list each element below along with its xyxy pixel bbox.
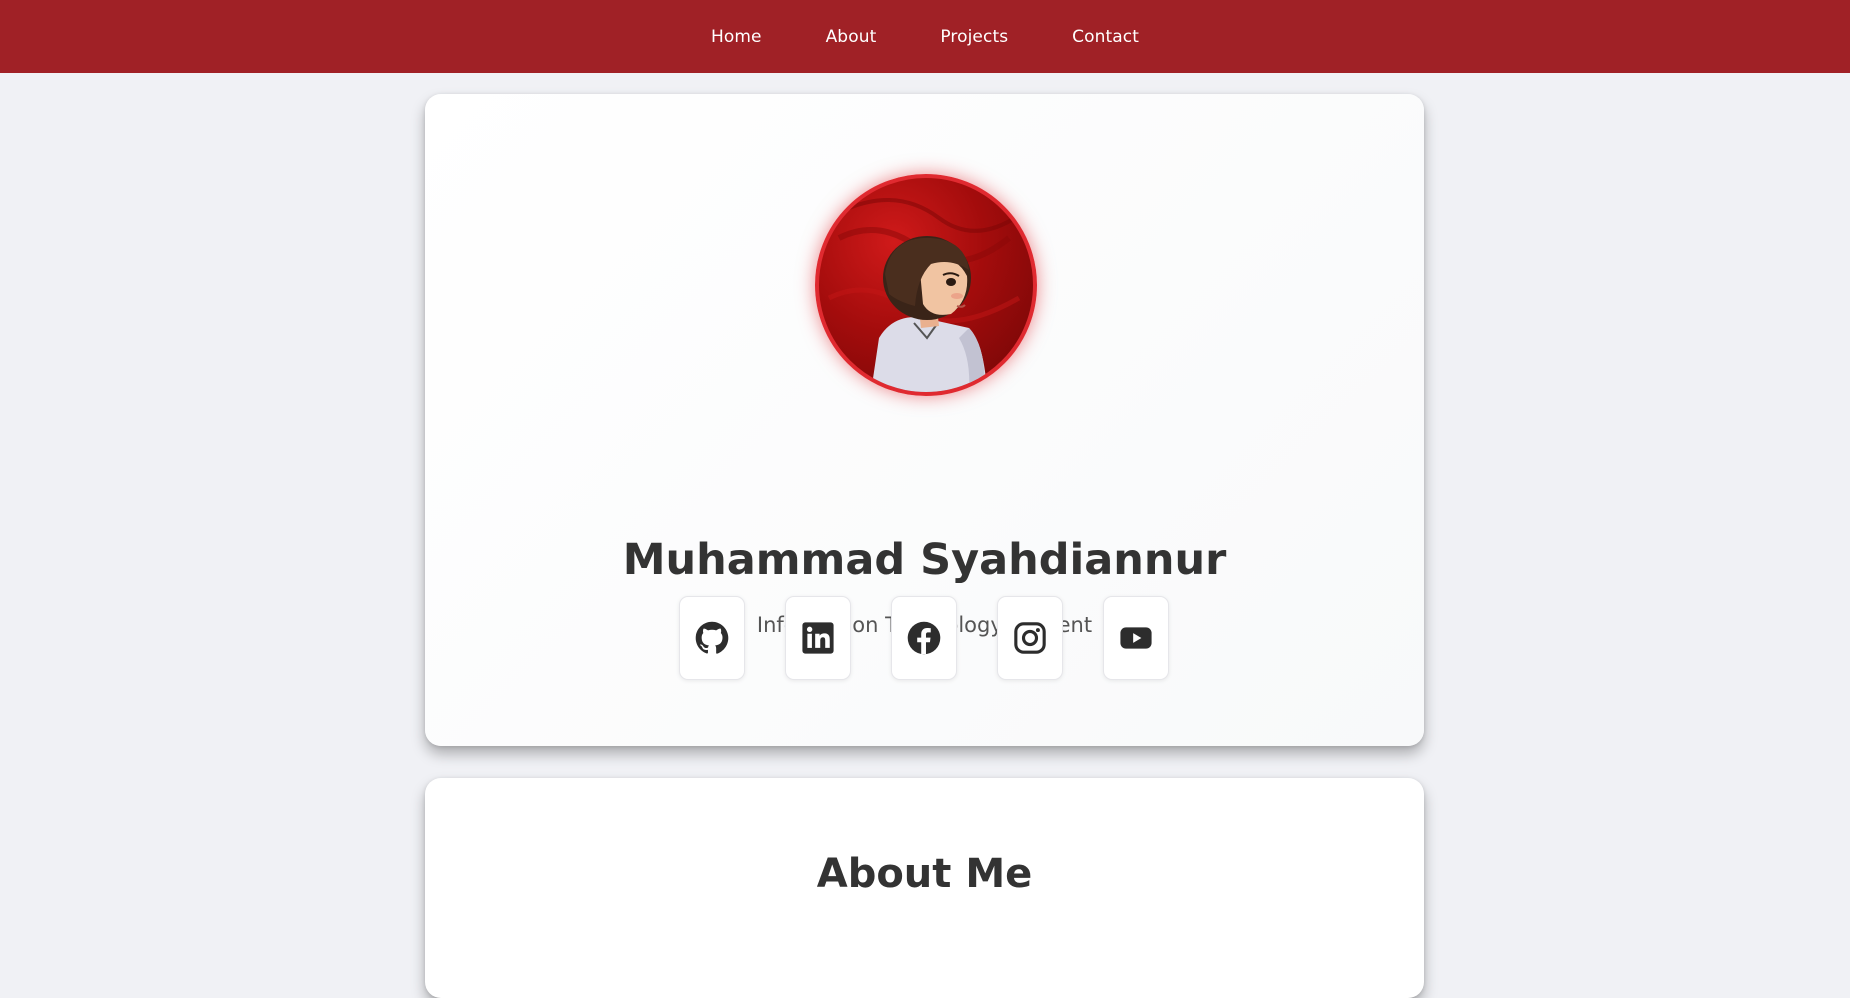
about-title: About Me	[816, 851, 1033, 897]
top-navbar: Home About Projects Contact	[0, 0, 1850, 73]
nav-link-home[interactable]: Home	[711, 27, 762, 47]
avatar	[815, 174, 1037, 396]
about-card: About Me	[425, 778, 1424, 998]
nav-link-about[interactable]: About	[826, 27, 877, 47]
github-icon	[695, 621, 729, 654]
nav-link-contact[interactable]: Contact	[1072, 27, 1139, 47]
facebook-link-button[interactable]	[891, 596, 957, 680]
profile-card: Muhammad Syahdiannur Information Technol…	[425, 94, 1424, 746]
instagram-icon	[1014, 622, 1046, 654]
github-link-button[interactable]	[679, 596, 745, 680]
linkedin-link-button[interactable]	[785, 596, 851, 680]
youtube-icon	[1120, 627, 1152, 649]
linkedin-icon	[802, 622, 834, 654]
instagram-link-button[interactable]	[997, 596, 1063, 680]
profile-name: Muhammad Syahdiannur	[622, 535, 1227, 585]
facebook-icon	[907, 621, 941, 655]
nav-link-projects[interactable]: Projects	[940, 27, 1008, 47]
avatar-illustration	[827, 198, 1031, 392]
youtube-link-button[interactable]	[1103, 596, 1169, 680]
